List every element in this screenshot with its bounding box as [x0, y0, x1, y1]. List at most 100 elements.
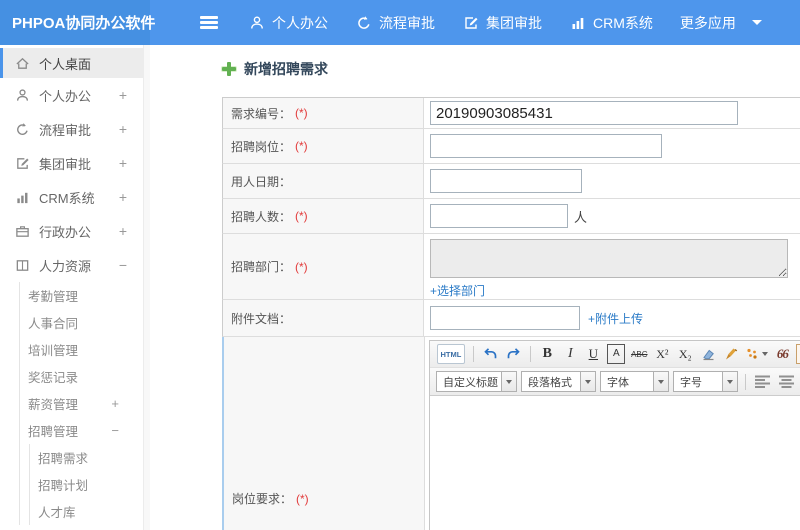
nav-personal-office[interactable]: 个人办公	[248, 13, 328, 33]
chevron-down-icon	[751, 20, 762, 25]
font-family-select[interactable]: 字体	[600, 371, 669, 392]
top-navigation: 个人办公 流程审批 集团审批 CRM系统 更多应用	[248, 13, 762, 33]
form-row-demand-number: 需求编号： (*)	[222, 97, 800, 129]
italic-button[interactable]: I	[561, 344, 579, 364]
subscript-button[interactable]: X₂	[676, 344, 694, 364]
edit-icon	[14, 155, 30, 171]
nav-label: 集团审批	[486, 14, 542, 31]
editor-toolbar-row1: HTML B I U A ABC X² X₂ 66	[430, 341, 800, 368]
expand-toggle[interactable]: +	[119, 87, 127, 103]
nav-group-approval[interactable]: 集团审批	[462, 13, 542, 33]
sidebar-item-rewards[interactable]: 奖惩记录	[20, 363, 143, 390]
sidebar-item-recruitment[interactable]: 招聘管理 −	[20, 417, 143, 444]
sidebar-item-personal-desktop[interactable]: 个人桌面	[0, 48, 143, 78]
attachment-input[interactable]	[430, 306, 580, 330]
editor-content[interactable]	[430, 395, 800, 530]
required-mark: (*)	[295, 259, 308, 274]
sidebar-item-group-approval[interactable]: 集团审批 +	[0, 146, 143, 180]
form-row-attachment: 附件文档： +附件上传	[222, 300, 800, 337]
chevron-down-icon	[722, 372, 737, 391]
top-header: PHPOA协同办公软件 个人办公 流程审批 集团审批 CRM系统 更多应用	[0, 0, 800, 45]
underline-button[interactable]: U	[584, 344, 602, 364]
process-icon	[355, 14, 372, 31]
hire-date-input[interactable]	[430, 169, 582, 193]
process-icon	[14, 121, 30, 137]
bar-chart-icon	[569, 14, 586, 31]
sidebar-item-attendance[interactable]: 考勤管理	[20, 282, 143, 309]
paste-button[interactable]: T	[796, 344, 800, 364]
bold-button[interactable]: B	[538, 344, 556, 364]
sidebar-item-hr[interactable]: 人力资源 −	[0, 248, 143, 282]
expand-toggle[interactable]: +	[119, 223, 127, 239]
required-mark: (*)	[296, 491, 309, 506]
nav-crm[interactable]: CRM系统	[569, 13, 653, 33]
upload-attachment-link[interactable]: +附件上传	[588, 310, 643, 327]
app-logo: PHPOA协同办公软件	[0, 0, 155, 45]
add-icon	[222, 62, 236, 76]
form-row-headcount: 招聘人数： (*) 人	[222, 199, 800, 234]
headcount-input[interactable]	[430, 204, 568, 228]
sidebar-item-talent-pool[interactable]: 人才库	[30, 498, 143, 525]
expand-toggle[interactable]: +	[119, 121, 127, 137]
hr-submenu: 考勤管理 人事合同 培训管理 奖惩记录 薪资管理 + 招聘管理 − 招聘需求 招…	[19, 282, 143, 525]
paint-format-icon[interactable]	[745, 344, 769, 364]
book-icon	[14, 257, 30, 273]
new-recruitment-form: 需求编号： (*) 招聘岗位： (*) 用人日期	[222, 97, 800, 530]
clean-format-icon[interactable]	[722, 344, 740, 364]
collapse-toggle[interactable]: −	[119, 257, 127, 273]
department-textarea[interactable]	[430, 239, 788, 278]
recruitment-submenu: 招聘需求 招聘计划 人才库	[29, 444, 143, 525]
editor-toolbar-row2: 自定义标题 段落格式 字体 字号	[430, 368, 800, 395]
redo-icon[interactable]	[504, 344, 522, 364]
sidebar-scrollbar[interactable]	[143, 45, 150, 530]
undo-icon[interactable]	[481, 344, 499, 364]
sidebar-item-crm[interactable]: CRM系统 +	[0, 180, 143, 214]
html-source-button[interactable]: HTML	[436, 344, 466, 364]
person-icon	[14, 87, 30, 103]
chevron-down-icon	[762, 352, 769, 356]
superscript-button[interactable]: X²	[653, 344, 671, 364]
nav-label: 更多应用	[679, 14, 736, 31]
field-label: 招聘人数： (*)	[223, 199, 424, 233]
sidebar-item-recruit-demand[interactable]: 招聘需求	[30, 444, 143, 471]
sidebar-item-workflow-approval[interactable]: 流程审批 +	[0, 112, 143, 146]
sidebar-item-personal-office[interactable]: 个人办公 +	[0, 78, 143, 112]
home-icon	[14, 55, 30, 71]
form-row-job-requirements: 岗位要求： (*) HTML B I U A ABC X² X₂ 66 自定义标…	[222, 337, 800, 530]
align-center-icon[interactable]	[778, 375, 796, 388]
blockquote-button[interactable]: 66	[773, 344, 791, 364]
font-size-select[interactable]: 字号	[673, 371, 738, 392]
sidebar-item-recruit-plan[interactable]: 招聘计划	[30, 471, 143, 498]
required-mark: (*)	[295, 106, 308, 120]
select-department-link[interactable]: +选择部门	[430, 282, 485, 299]
paragraph-select[interactable]: 段落格式	[521, 371, 596, 392]
strikethrough-button[interactable]: ABC	[630, 344, 648, 364]
nav-label: 流程审批	[379, 14, 435, 31]
sidebar-item-admin-office[interactable]: 行政办公 +	[0, 214, 143, 248]
align-left-icon[interactable]	[754, 375, 772, 388]
heading-select[interactable]: 自定义标题	[436, 371, 517, 392]
nav-more-apps[interactable]: 更多应用	[680, 13, 762, 33]
sidebar-item-hr-contract[interactable]: 人事合同	[20, 309, 143, 336]
edit-icon	[462, 14, 479, 31]
briefcase-icon	[14, 223, 30, 239]
nav-workflow-approval[interactable]: 流程审批	[355, 13, 435, 33]
collapse-toggle[interactable]: −	[111, 423, 119, 438]
eraser-icon[interactable]	[699, 344, 717, 364]
field-label: 需求编号： (*)	[223, 98, 424, 128]
chevron-down-icon	[501, 372, 516, 391]
demand-number-input[interactable]	[430, 101, 738, 125]
sidebar-item-training[interactable]: 培训管理	[20, 336, 143, 363]
expand-toggle[interactable]: +	[111, 396, 119, 411]
required-mark: (*)	[295, 209, 308, 223]
expand-toggle[interactable]: +	[119, 155, 127, 171]
expand-toggle[interactable]: +	[119, 189, 127, 205]
chevron-down-icon	[580, 372, 595, 391]
main-content: 新增招聘需求 需求编号： (*) 招聘岗位： (*)	[150, 45, 800, 530]
menu-toggle-button[interactable]	[200, 13, 218, 31]
font-style-button[interactable]: A	[607, 344, 626, 364]
bar-chart-icon	[14, 189, 30, 205]
position-input[interactable]	[430, 134, 662, 158]
sidebar-item-salary[interactable]: 薪资管理 +	[20, 390, 143, 417]
sidebar: 个人桌面 个人办公 + 流程审批 + 集团审批 + CRM系统 + 行政办公 +…	[0, 45, 150, 530]
